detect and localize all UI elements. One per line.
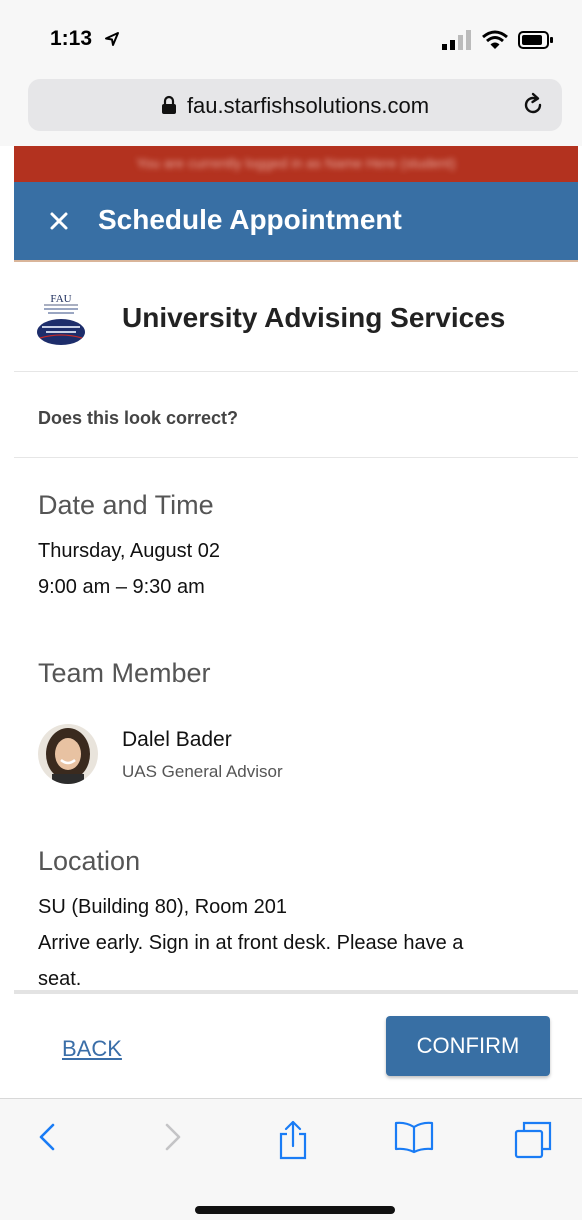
service-header: FAU University Advising Services — [14, 262, 578, 372]
app-header: Schedule Appointment — [14, 182, 578, 262]
tabs-icon[interactable] — [512, 1119, 554, 1161]
share-icon[interactable] — [276, 1119, 310, 1161]
avatar — [38, 724, 98, 784]
status-time: 1:13 — [50, 27, 93, 50]
date-time-heading: Date and Time — [38, 490, 214, 520]
reload-icon[interactable] — [520, 92, 546, 118]
address-bar[interactable]: fau.starfishsolutions.com — [28, 79, 562, 131]
team-member-name: Dalel Bader — [122, 728, 232, 751]
confirm-prompt: Does this look correct? — [14, 372, 578, 458]
address-bar-area: fau.starfishsolutions.com — [0, 76, 582, 146]
login-banner-text: You are currently logged in as Name Here… — [136, 155, 456, 171]
appointment-date: Thursday, August 02 — [38, 540, 220, 562]
cellular-signal-icon — [442, 30, 471, 50]
appointment-time: 9:00 am – 9:30 am — [38, 576, 205, 598]
service-name: University Advising Services — [122, 302, 506, 333]
forward-arrow-icon[interactable] — [160, 1119, 186, 1155]
battery-icon — [518, 31, 553, 49]
bookmarks-icon[interactable] — [393, 1119, 435, 1155]
page-title: Schedule Appointment — [98, 204, 402, 235]
location-note-line1: Arrive early. Sign in at front desk. Ple… — [38, 932, 464, 954]
login-banner: You are currently logged in as Name Here… — [14, 146, 578, 182]
location-arrow-icon — [105, 32, 119, 46]
url-display: fau.starfishsolutions.com — [28, 93, 562, 119]
back-link[interactable]: BACK — [62, 1036, 122, 1062]
browser-toolbar — [0, 1098, 582, 1220]
location-place: SU (Building 80), Room 201 — [38, 896, 288, 918]
fau-logo: FAU — [37, 293, 85, 345]
location-heading: Location — [38, 846, 141, 876]
team-member-heading: Team Member — [38, 658, 211, 688]
close-icon[interactable] — [44, 206, 74, 236]
team-member-role: UAS General Advisor — [122, 762, 283, 781]
appointment-summary: FAU University Advising Services Does th… — [14, 262, 578, 990]
action-footer: BACK CONFIRM — [14, 994, 578, 1098]
confirm-prompt-text: Does this look correct? — [38, 408, 239, 428]
home-indicator — [195, 1206, 395, 1214]
url-text: fau.starfishsolutions.com — [186, 93, 430, 118]
status-bar: 1:13 — [0, 0, 582, 76]
fau-logo-text: FAU — [50, 293, 71, 305]
lock-icon — [161, 95, 176, 114]
confirm-button[interactable]: CONFIRM — [386, 1016, 550, 1076]
location-note-line2: seat. — [38, 968, 82, 990]
back-arrow-icon[interactable] — [34, 1119, 60, 1155]
wifi-icon — [482, 30, 508, 49]
